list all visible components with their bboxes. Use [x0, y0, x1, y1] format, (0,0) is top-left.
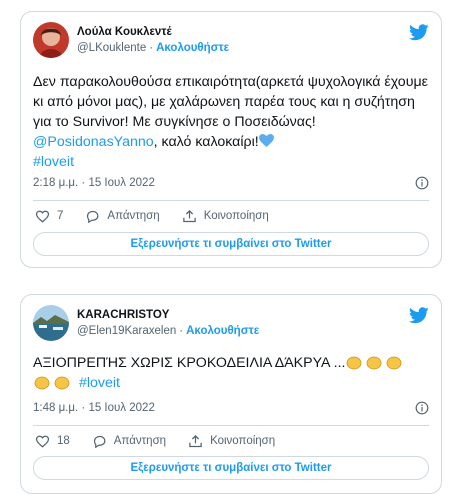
reply-label: Απάντηση — [113, 435, 167, 447]
tweet-card: KARACHRISTOY @Elen19Karaxelen · Ακολουθήστ… — [20, 294, 442, 494]
like-button[interactable]: 18 — [35, 434, 70, 449]
like-count: 18 — [57, 435, 70, 447]
share-button[interactable]: Κοινοποίηση — [188, 434, 275, 449]
avatar[interactable] — [33, 22, 69, 58]
like-count: 7 — [57, 210, 64, 222]
separator-dot: · — [149, 42, 154, 54]
heart-icon — [35, 435, 50, 448]
tweet-text-body: ΑΞΙΟΠΡΕΠΉΣ ΧΩΡΙΣ ΚΡΟΚΟΔΕΙΛΙΑ ΔΆΚΡΥΑ ... — [33, 355, 346, 371]
hashtag-link[interactable]: #loveit — [33, 154, 74, 170]
explore-twitter-button[interactable]: Εξερευνήστε τι συμβαίνει στο Twitter — [33, 232, 429, 256]
like-button[interactable]: 7 — [35, 209, 63, 224]
info-icon[interactable] — [415, 176, 429, 190]
twitter-logo[interactable] — [409, 24, 429, 41]
separator-dot: · — [179, 325, 184, 337]
reply-button[interactable]: Απάντηση — [85, 209, 160, 224]
clapping-hands-emoji — [345, 355, 405, 371]
clapping-hands-emoji — [33, 375, 75, 391]
tweet-timestamp[interactable]: 2:18 μ.μ. · 15 Ιουλ 2022 — [33, 177, 155, 189]
explore-twitter-button[interactable]: Εξερευνήστε τι συμβαίνει στο Twitter — [33, 456, 429, 480]
share-icon — [189, 434, 202, 447]
follow-link[interactable]: Ακολουθήστε — [156, 42, 229, 54]
author-name[interactable]: KARACHRISTOY — [77, 309, 169, 321]
info-icon[interactable] — [415, 401, 429, 415]
action-bar: 7 Απάντηση Κοινοποίηση — [35, 207, 291, 225]
reply-icon — [87, 210, 99, 223]
avatar[interactable] — [33, 305, 69, 341]
author-handle-line: @LKouklente · Ακολουθήστε — [77, 42, 229, 54]
heart-icon — [35, 210, 50, 223]
twitter-logo[interactable] — [409, 307, 429, 324]
reply-button[interactable]: Απάντηση — [92, 434, 166, 449]
mention-link[interactable]: @PosidonasYanno — [33, 134, 154, 150]
tweet-text-body: Δεν παρακολουθούσα επικαιρότητα(αρκετά ψ… — [33, 74, 428, 130]
reply-icon — [93, 435, 106, 448]
share-label: Κοινοποίηση — [210, 435, 276, 447]
share-button[interactable]: Κοινοποίηση — [182, 209, 269, 224]
heart-emoji — [258, 134, 274, 148]
author-handle-line: @Elen19Karaxelen · Ακολουθήστε — [77, 325, 259, 337]
author-handle[interactable]: @LKouklente — [77, 42, 146, 54]
tweet-text: Δεν παρακολουθούσα επικαιρότητα(αρκετά ψ… — [33, 72, 431, 172]
tweet-timestamp[interactable]: 1:48 μ.μ. · 15 Ιουλ 2022 — [33, 402, 155, 414]
hashtag-link[interactable]: #loveit — [79, 375, 120, 391]
author-handle[interactable]: @Elen19Karaxelen — [77, 325, 176, 337]
action-bar: 18 Απάντηση Κοινοποίηση — [35, 432, 297, 450]
tweet-text-body: , καλό καλοκαίρι! — [153, 134, 259, 150]
tweet-text: ΑΞΙΟΠΡΕΠΉΣ ΧΩΡΙΣ ΚΡΟΚΟΔΕΙΛΙΑ ΔΆΚΡΥΑ ... … — [33, 353, 431, 393]
divider — [33, 200, 429, 201]
tweet-card: Λούλα Κουκλεντέ @LKouklente · Ακολουθήστε … — [20, 11, 442, 268]
divider — [33, 425, 429, 426]
follow-link[interactable]: Ακολουθήστε — [186, 325, 259, 337]
author-name[interactable]: Λούλα Κουκλεντέ — [77, 26, 172, 38]
share-icon — [182, 209, 196, 222]
share-label: Κοινοποίηση — [203, 210, 269, 222]
reply-label: Απάντηση — [107, 210, 160, 222]
